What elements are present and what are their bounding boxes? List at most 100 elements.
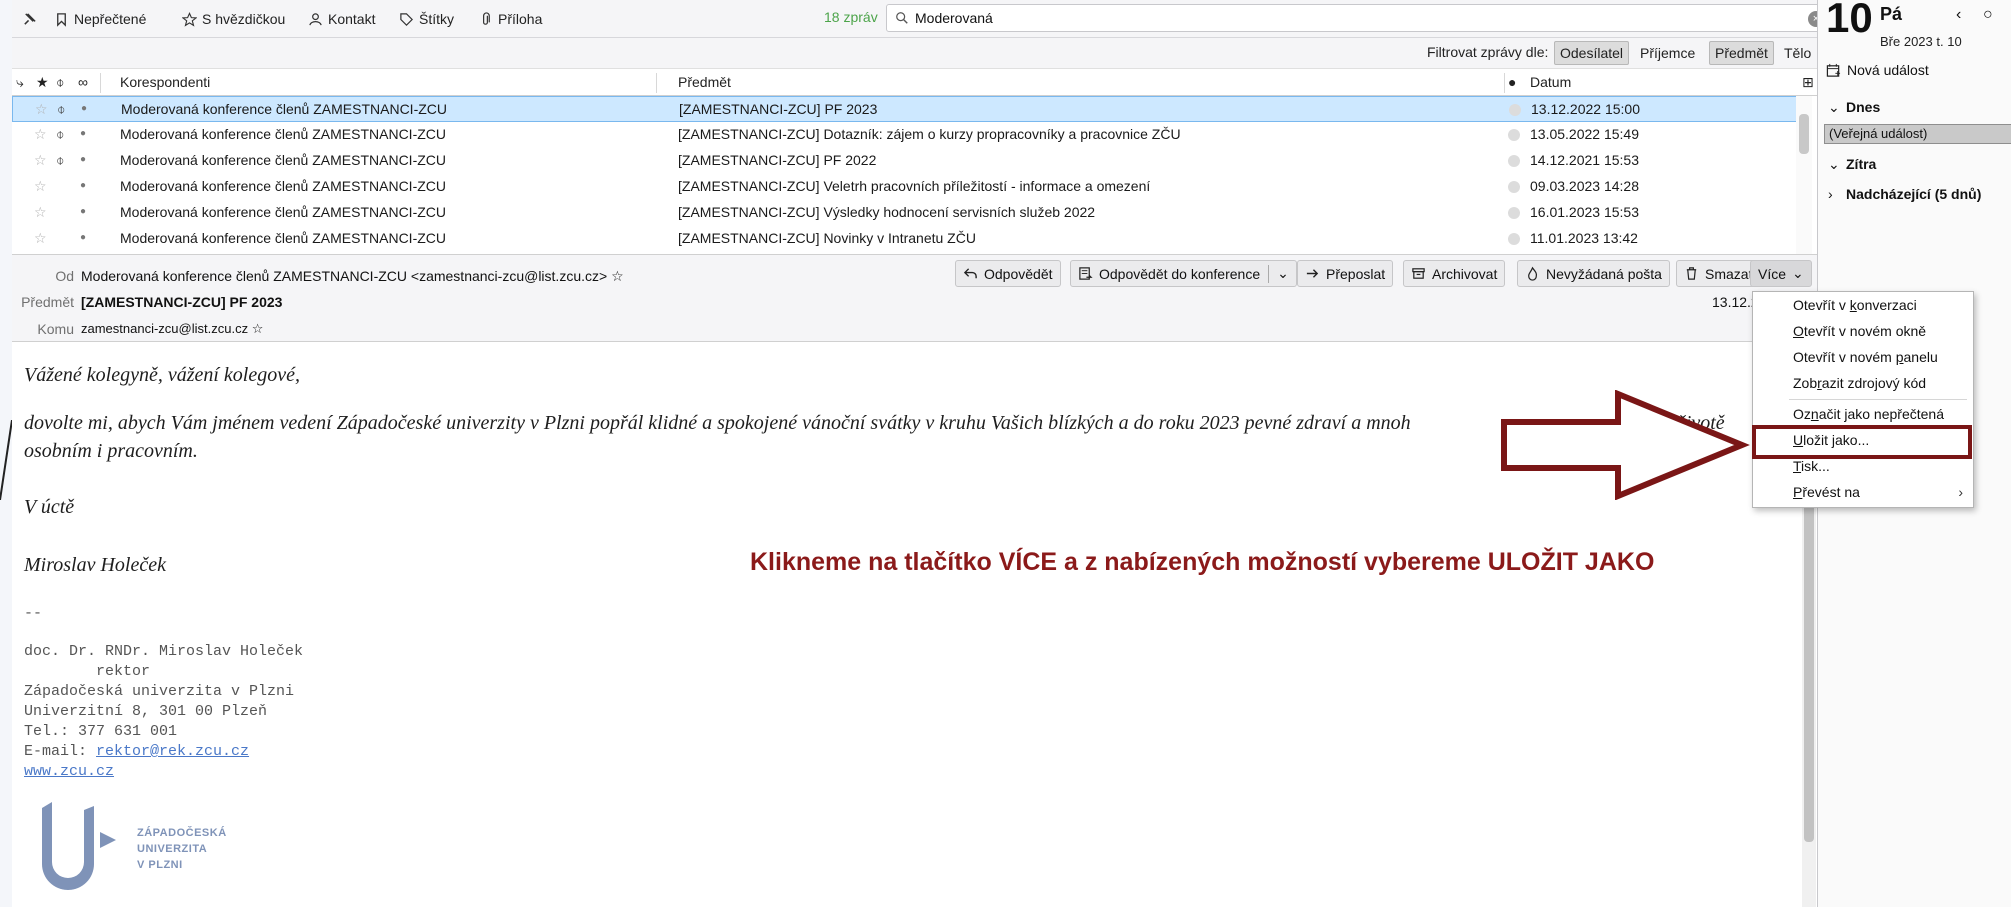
star-contact-icon[interactable]: ☆ [611,268,624,284]
menu-text: Zob [1793,375,1818,391]
upcoming-label: Nadcházející (5 dnů) [1846,186,1982,202]
reply-list-button[interactable]: Odpovědět do konference ⌄ [1070,260,1297,287]
tags-filter-button[interactable]: Štítky [399,8,454,30]
new-event-button[interactable]: Nová událost [1826,62,1929,78]
correspondents-column[interactable]: Korespondenti [120,74,210,90]
star-toggle-icon[interactable]: ☆ [35,101,48,118]
scrollbar-thumb[interactable] [1799,114,1809,154]
tomorrow-section[interactable]: ⌄ Zítra [1828,156,1876,173]
thread-column-icon[interactable]: ⤷ [16,74,24,91]
star-toggle-icon[interactable]: ☆ [34,204,47,221]
message-subject: [ZAMESTNANCI-ZCU] Novinky v Intranetu ZČ… [678,230,976,246]
read-status-icon[interactable]: ● [80,232,86,243]
junk-button[interactable]: Nevyžádaná pošta [1517,260,1670,287]
menu-item-mark-unread[interactable]: Označit jako nepřečtená [1793,406,1944,422]
menu-item-convert-to[interactable]: Převést na [1793,484,1860,500]
subject-column[interactable]: Předmět [678,74,731,90]
search-input[interactable] [915,10,1795,26]
signature-line-web: www.zcu.cz [24,762,114,782]
pin-icon [24,12,36,25]
attachment-filter-button[interactable]: Příloha [478,8,542,30]
read-status-icon[interactable]: ● [80,206,86,217]
column-divider [100,73,101,93]
unread-filter-button[interactable]: Nepřečtené [54,8,146,30]
message-row[interactable]: ☆ ⌽ ● Moderovaná konference členů ZAMEST… [12,148,1797,174]
menu-text: Otevřít v [1793,297,1850,313]
message-row[interactable]: ☆ ● Moderovaná konference členů ZAMESTNA… [12,226,1797,252]
star-toggle-icon[interactable]: ☆ [34,230,47,247]
to-value[interactable]: zamestnanci-zcu@list.zcu.cz ☆ [81,321,263,337]
junk-status-icon[interactable] [1508,128,1520,144]
reply-button[interactable]: Odpovědět [955,260,1061,287]
filter-body-button[interactable]: Tělo [1778,41,1817,65]
junk-column-icon[interactable]: ● [1508,74,1516,90]
attachment-column-icon[interactable]: ⌽ [56,74,64,91]
message-list: ☆ ⌽ ● Moderovaná konference členů ZAMEST… [12,96,1807,254]
junk-status-icon[interactable] [1508,154,1520,170]
menu-accesskey: n [1810,406,1819,422]
star-toggle-icon[interactable]: ☆ [34,178,47,195]
filter-recipient-button[interactable]: Příjemce [1634,41,1701,65]
website-link[interactable]: www.zcu.cz [24,763,114,780]
message-row[interactable]: ☆ ⌽ ● Moderovaná konference členů ZAMEST… [12,96,1797,122]
read-column-icon[interactable]: ∞ [78,74,88,90]
more-context-menu: Otevřít v konverzaci Otevřít v novém okn… [1752,291,1974,508]
starred-filter-button[interactable]: S hvězdičkou [182,8,285,30]
today-event-item[interactable]: (Veřejná událost) [1824,124,2011,144]
menu-item-open-in-conversation[interactable]: Otevřít v konverzaci [1793,297,1917,313]
pin-filter-button[interactable] [22,8,37,30]
message-from: Moderovaná konference členů ZAMESTNANCI-… [120,126,447,142]
read-status-icon[interactable]: ● [81,103,87,114]
star-toggle-icon[interactable]: ☆ [34,152,47,169]
chevron-down-icon[interactable]: ⌄ [1277,265,1289,282]
quick-filter-toolbar: Nepřečtené S hvězdičkou Kontakt Štítky P… [12,0,1831,38]
archive-button[interactable]: Archivovat [1403,260,1506,287]
today-section[interactable]: ⌄ Dnes [1828,99,1880,116]
menu-item-open-in-new-tab[interactable]: Otevřít v novém panelu [1793,349,1938,365]
message-subject: [ZAMESTNANCI-ZCU] Dotazník: zájem o kurz… [678,126,1181,142]
junk-status-icon[interactable] [1509,103,1521,119]
today-day-name: Pá [1880,4,1903,24]
column-picker-icon[interactable]: ⊞ [1802,74,1814,91]
menu-item-open-in-new-window[interactable]: Otevřít v novém okně [1793,323,1926,339]
junk-status-icon[interactable] [1508,206,1520,222]
today-circle-icon[interactable]: ○ [1983,6,1993,24]
archive-label: Archivovat [1432,265,1498,282]
filter-subject-button[interactable]: Předmět [1709,41,1774,65]
message-row[interactable]: ☆ ⌽ ● Moderovaná konference členů ZAMEST… [12,122,1797,148]
delete-button[interactable]: Smazat [1676,260,1761,287]
contact-filter-button[interactable]: Kontakt [308,8,375,30]
message-subject: [ZAMESTNANCI-ZCU] PF 2023 [679,101,878,117]
menu-item-print[interactable]: Tisk... [1793,458,1830,474]
menu-item-view-source[interactable]: Zobrazit zdrojový kód [1793,375,1926,391]
message-list-scrollbar[interactable] [1796,96,1812,254]
sender-name: Miroslav Holeček [24,554,166,576]
contact-icon [309,12,322,25]
more-button[interactable]: Více ⌄ [1750,260,1812,287]
from-label: Od [55,268,74,284]
quick-filter-search[interactable]: × [886,4,1831,32]
star-contact-icon[interactable]: ☆ [252,321,264,336]
menu-text: Otevřít v novém [1793,349,1896,365]
email-link[interactable]: rektor@rek.zcu.cz [96,743,249,760]
from-address: Moderovaná konference členů ZAMESTNANCI-… [81,268,608,284]
read-status-icon[interactable]: ● [80,154,86,165]
menu-text: azit zdrojový kód [1821,375,1927,391]
read-status-icon[interactable]: ● [80,128,86,139]
message-row[interactable]: ☆ ● Moderovaná konference členů ZAMESTNA… [12,174,1797,200]
previous-day-icon[interactable]: ‹ [1956,6,1961,24]
star-column-icon[interactable]: ★ [36,74,49,91]
forward-button[interactable]: Přeposlat [1297,260,1394,287]
message-row[interactable]: ☆ ● Moderovaná konference členů ZAMESTNA… [12,200,1797,226]
filter-sender-button[interactable]: Odesílatel [1554,41,1630,65]
read-status-icon[interactable]: ● [80,180,86,191]
junk-status-icon[interactable] [1508,232,1520,248]
star-toggle-icon[interactable]: ☆ [34,126,47,143]
junk-status-icon[interactable] [1508,180,1520,196]
date-column[interactable]: Datum [1530,74,1571,90]
from-value[interactable]: Moderovaná konference členů ZAMESTNANCI-… [81,268,624,285]
logo-text-line3: V PLZNI [137,859,183,871]
upcoming-section[interactable]: › Nadcházející (5 dnů) [1828,186,1981,202]
closing-text: V úctě [24,496,75,518]
chevron-down-icon: ⌄ [1792,265,1804,281]
